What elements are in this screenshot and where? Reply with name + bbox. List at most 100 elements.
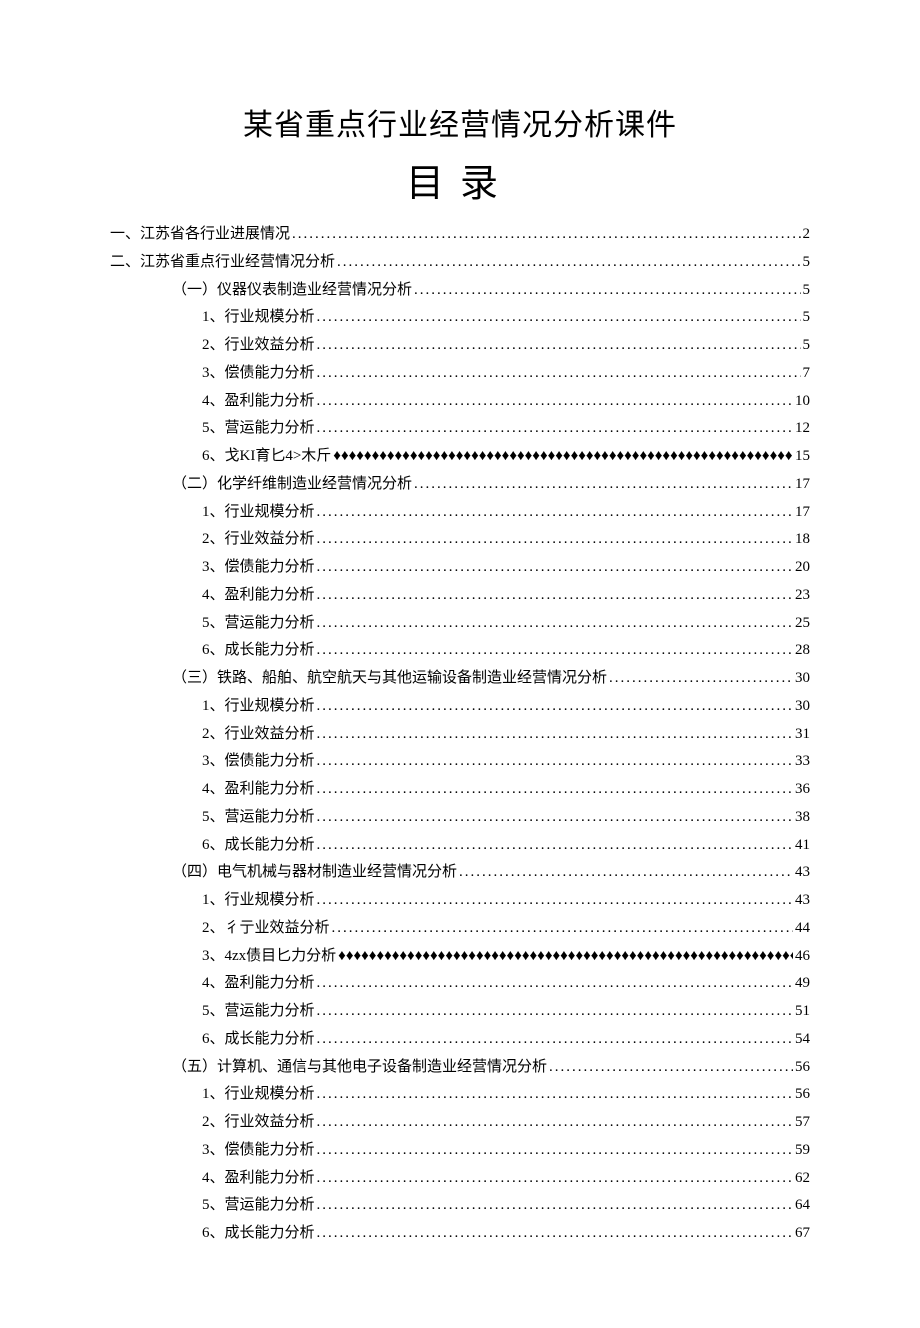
- toc-entry-page: 12: [793, 415, 810, 443]
- toc-entry-label: （三）铁路、船舶、航空航天与其他运输设备制造业经营情况分析: [172, 665, 607, 693]
- toc-leader: [315, 554, 793, 582]
- toc-entry-label: 4、盈利能力分析: [202, 1165, 315, 1193]
- toc-entry-page: 36: [793, 776, 810, 804]
- toc-entry: 一、江苏省各行业进展情况2: [110, 221, 810, 249]
- toc-entry: 二、江苏省重点行业经营情况分析5: [110, 249, 810, 277]
- toc-entry-label: 2、行业效益分析: [202, 721, 315, 749]
- toc-entry-label: 1、行业规模分析: [202, 887, 315, 915]
- toc-entry: 1、行业规模分析43: [110, 887, 810, 915]
- toc-entry-label: 5、营运能力分析: [202, 610, 315, 638]
- toc-entry-label: （一）仪器仪表制造业经营情况分析: [172, 277, 412, 305]
- toc-entry: 2、彳亍业效益分析 44: [110, 915, 810, 943]
- toc-leader: [315, 360, 801, 388]
- toc-entry: 5、营运能力分析51: [110, 998, 810, 1026]
- toc-leader: [315, 1220, 793, 1248]
- toc-entry-page: 20: [793, 554, 810, 582]
- toc-entry-page: 64: [793, 1192, 810, 1220]
- toc-entry-label: 2、彳亍业效益分析: [202, 915, 330, 943]
- toc-entry: 3、偿债能力分析 59: [110, 1137, 810, 1165]
- toc-entry: 3、偿债能力分析7: [110, 360, 810, 388]
- toc-entry-page: 23: [793, 582, 810, 610]
- toc-entry: 6、成长能力分析41: [110, 832, 810, 860]
- toc-entry-page: 57: [793, 1109, 810, 1137]
- toc-entry-page: 28: [793, 637, 810, 665]
- toc-entry: 2、行业效益分析18: [110, 526, 810, 554]
- toc-entry-label: 6、成长能力分析: [202, 832, 315, 860]
- toc-leader: [315, 499, 793, 527]
- toc-leader: [315, 332, 801, 360]
- toc-entry-label: 2、行业效益分析: [202, 332, 315, 360]
- toc-entry-label: 4、盈利能力分析: [202, 388, 315, 416]
- toc-entry: （五）计算机、通信与其他电子设备制造业经营情况分析 56: [110, 1054, 810, 1082]
- toc-entry: 1、行业规模分析 56: [110, 1081, 810, 1109]
- toc-entry-label: 6、成长能力分析: [202, 637, 315, 665]
- toc-leader: [457, 859, 793, 887]
- toc-entry-page: 54: [793, 1026, 810, 1054]
- toc-entry: 3、4zx债目匕力分析46: [110, 943, 810, 971]
- toc-entry: 2、行业效益分析57: [110, 1109, 810, 1137]
- toc-leader: [315, 1165, 793, 1193]
- toc-leader: [315, 804, 793, 832]
- toc-entry: （四）电气机械与器材制造业经营情况分析 43: [110, 859, 810, 887]
- toc-entry-page: 31: [793, 721, 810, 749]
- toc-leader: [315, 1192, 793, 1220]
- toc-leader: [331, 443, 793, 471]
- toc-leader: [315, 1109, 793, 1137]
- toc-entry-page: 33: [793, 748, 810, 776]
- toc-entry: 4、盈利能力分析49: [110, 970, 810, 998]
- toc-entry-page: 30: [793, 693, 810, 721]
- toc-leader: [315, 776, 793, 804]
- toc-entry-label: 6、成长能力分析: [202, 1026, 315, 1054]
- toc-leader: [315, 415, 793, 443]
- toc-entry: 2、行业效益分析5: [110, 332, 810, 360]
- toc-entry-page: 59: [793, 1137, 810, 1165]
- toc-entry-page: 46: [793, 943, 810, 971]
- toc-entry-page: 56: [793, 1054, 810, 1082]
- toc-entry-page: 18: [793, 526, 810, 554]
- toc-leader: [547, 1054, 793, 1082]
- toc-leader: [315, 610, 793, 638]
- toc-entry-page: 2: [801, 221, 811, 249]
- toc-leader: [315, 637, 793, 665]
- toc-entry-page: 15: [793, 443, 810, 471]
- toc-leader: [315, 526, 793, 554]
- toc-entry-page: 5: [801, 277, 811, 305]
- toc-entry: 6、成长能力分析 54: [110, 1026, 810, 1054]
- toc-entry-label: 3、偿债能力分析: [202, 554, 315, 582]
- document-title: 某省重点行业经营情况分析课件: [110, 100, 810, 144]
- toc-leader: [315, 1026, 793, 1054]
- toc-entry: 1、行业规模分析5: [110, 304, 810, 332]
- toc-entry-label: 4、盈利能力分析: [202, 970, 315, 998]
- toc-entry-label: 6、成长能力分析: [202, 1220, 315, 1248]
- toc-entry-page: 67: [793, 1220, 810, 1248]
- toc-entry-page: 43: [793, 859, 810, 887]
- toc-entry: （一）仪器仪表制造业经营情况分析 5: [110, 277, 810, 305]
- toc-leader: [315, 721, 793, 749]
- document-page: 某省重点行业经营情况分析课件 目录 一、江苏省各行业进展情况2二、江苏省重点行业…: [0, 0, 920, 1328]
- toc-entry-page: 44: [793, 915, 810, 943]
- toc-leader: [290, 221, 800, 249]
- toc-entry-label: 3、偿债能力分析: [202, 748, 315, 776]
- toc-entry-page: 56: [793, 1081, 810, 1109]
- toc-entry-label: （四）电气机械与器材制造业经营情况分析: [172, 859, 457, 887]
- toc-entry-label: 5、营运能力分析: [202, 415, 315, 443]
- toc-leader: [335, 249, 800, 277]
- toc-entry-label: （五）计算机、通信与其他电子设备制造业经营情况分析: [172, 1054, 547, 1082]
- toc-entry: （二）化学纤维制造业经营情况分析17: [110, 471, 810, 499]
- toc-entry-label: 1、行业规模分析: [202, 1081, 315, 1109]
- toc-entry-page: 51: [793, 998, 810, 1026]
- toc-leader: [315, 748, 793, 776]
- toc-entry-label: 3、偿债能力分析: [202, 1137, 315, 1165]
- toc-leader: [315, 1137, 793, 1165]
- toc-entry-label: 1、行业规模分析: [202, 499, 315, 527]
- toc-entry: 5、营运能力分析64: [110, 1192, 810, 1220]
- toc-entry: 3、偿债能力分析 33: [110, 748, 810, 776]
- toc-leader: [412, 277, 800, 305]
- toc-entry-page: 30: [793, 665, 810, 693]
- toc-entry-label: 3、偿债能力分析: [202, 360, 315, 388]
- table-of-contents: 一、江苏省各行业进展情况2二、江苏省重点行业经营情况分析5（一）仪器仪表制造业经…: [110, 221, 810, 1248]
- toc-entry: 4、盈利能力分析10: [110, 388, 810, 416]
- toc-entry-label: 二、江苏省重点行业经营情况分析: [110, 249, 335, 277]
- toc-entry-page: 5: [801, 304, 811, 332]
- toc-entry: 3、偿债能力分析 20: [110, 554, 810, 582]
